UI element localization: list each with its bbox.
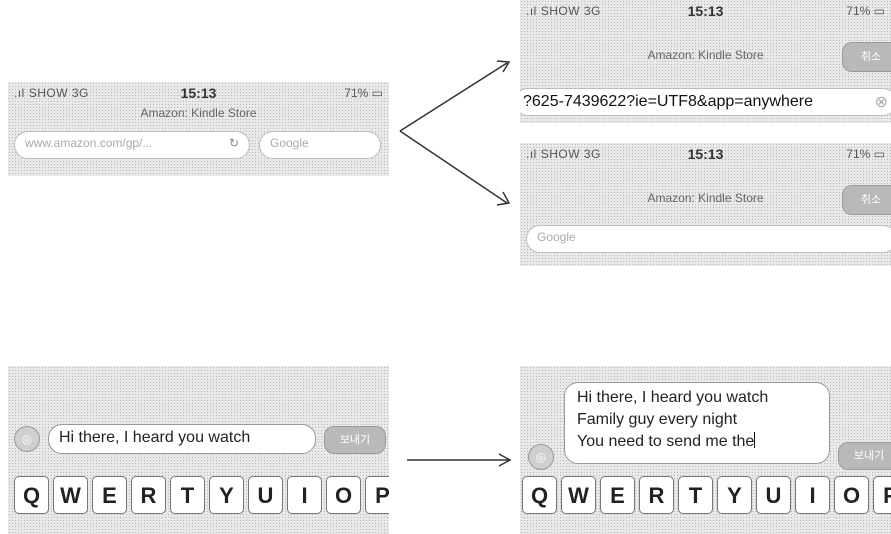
cancel-button[interactable]: 취소 [842, 42, 891, 72]
keyboard-row: Q W E R T Y U I O P [14, 476, 389, 514]
key-t[interactable]: T [678, 476, 713, 514]
battery-indicator: 71% ▭ [846, 4, 885, 18]
message-line-text: You need to send me the [577, 433, 755, 450]
text-cursor [754, 432, 756, 448]
status-time: 15:13 [687, 146, 724, 162]
browser-bar-url-editing: .ıl SHOW 3G 15:13 71% ▭ Amazon: Kindle S… [520, 0, 891, 123]
clear-icon[interactable]: ⊗ [875, 92, 888, 112]
message-line: Family guy every night [577, 411, 738, 428]
search-placeholder: Google [270, 136, 309, 150]
page-title: Amazon: Kindle Store [647, 191, 764, 205]
key-p[interactable]: P [365, 476, 389, 514]
key-u[interactable]: U [756, 476, 791, 514]
key-i[interactable]: I [287, 476, 322, 514]
message-text: Hi there, I heard you watch [59, 429, 251, 446]
sms-compose-multi-line: ◎ Hi there, I heard you watch Family guy… [520, 366, 891, 534]
arrow-icon [399, 130, 508, 204]
key-t[interactable]: T [170, 476, 205, 514]
status-bar: .ıl SHOW 3G 15:13 71% ▭ [520, 0, 891, 22]
arrowhead-icon [496, 191, 511, 206]
key-q[interactable]: Q [14, 476, 49, 514]
transition-arrow [407, 453, 512, 467]
arrowhead-icon [496, 60, 511, 73]
page-title: Amazon: Kindle Store [140, 106, 257, 120]
key-y[interactable]: Y [209, 476, 244, 514]
message-line: Hi there, I heard you watch [577, 389, 769, 406]
key-r[interactable]: R [131, 476, 166, 514]
branch-arrows [399, 60, 511, 206]
status-time: 15:13 [180, 85, 217, 101]
key-o[interactable]: O [326, 476, 361, 514]
keyboard-row: Q W E R T Y U I O P [522, 476, 891, 514]
url-text: www.amazon.com/gp/... [25, 136, 153, 150]
camera-icon[interactable]: ◎ [14, 426, 40, 452]
reload-icon[interactable]: ↻ [229, 136, 239, 150]
battery-indicator: 71% ▭ [846, 147, 885, 161]
send-button[interactable]: 보내기 [838, 442, 891, 470]
browser-bar-search-editing: .ıl SHOW 3G 15:13 71% ▭ Amazon: Kindle S… [520, 143, 891, 266]
status-time: 15:13 [687, 3, 724, 19]
status-bar: .ıl SHOW 3G 15:13 71% ▭ [520, 143, 891, 165]
key-i[interactable]: I [795, 476, 830, 514]
battery-percent: 71% [344, 86, 369, 100]
camera-icon[interactable]: ◎ [528, 444, 554, 470]
message-line: You need to send me the [577, 431, 817, 453]
sms-compose-single-line: ◎ Hi there, I heard you watch 보내기 Q W E … [8, 366, 389, 534]
key-o[interactable]: O [834, 476, 869, 514]
send-button[interactable]: 보내기 [324, 426, 386, 454]
battery-icon: ▭ [371, 86, 383, 100]
key-r[interactable]: R [639, 476, 674, 514]
cancel-button[interactable]: 취소 [842, 185, 891, 215]
battery-icon: ▭ [873, 4, 885, 18]
search-placeholder: Google [537, 230, 576, 244]
battery-percent: 71% [846, 147, 871, 161]
key-p[interactable]: P [873, 476, 891, 514]
arrow-icon [399, 62, 508, 132]
key-q[interactable]: Q [522, 476, 557, 514]
url-text: ?625-7439622?ie=UTF8&app=anywhere [523, 93, 813, 110]
url-field-editing[interactable]: ?625-7439622?ie=UTF8&app=anywhere ⊗ [520, 88, 891, 116]
message-input[interactable]: Hi there, I heard you watch [48, 424, 316, 454]
search-field[interactable]: Google [259, 131, 381, 159]
battery-icon: ▭ [873, 147, 885, 161]
battery-indicator: 71% ▭ [344, 86, 383, 100]
status-bar: .ıl SHOW 3G 15:13 71% ▭ [8, 82, 389, 104]
key-w[interactable]: W [561, 476, 596, 514]
url-field[interactable]: www.amazon.com/gp/... ↻ [14, 131, 250, 159]
key-w[interactable]: W [53, 476, 88, 514]
browser-bar-default: .ıl SHOW 3G 15:13 71% ▭ Amazon: Kindle S… [8, 82, 389, 176]
page-title: Amazon: Kindle Store [647, 48, 764, 62]
message-input[interactable]: Hi there, I heard you watch Family guy e… [564, 382, 830, 464]
search-field-editing[interactable]: Google [526, 225, 891, 253]
key-e[interactable]: E [92, 476, 127, 514]
key-u[interactable]: U [248, 476, 283, 514]
battery-percent: 71% [846, 4, 871, 18]
key-e[interactable]: E [600, 476, 635, 514]
key-y[interactable]: Y [717, 476, 752, 514]
